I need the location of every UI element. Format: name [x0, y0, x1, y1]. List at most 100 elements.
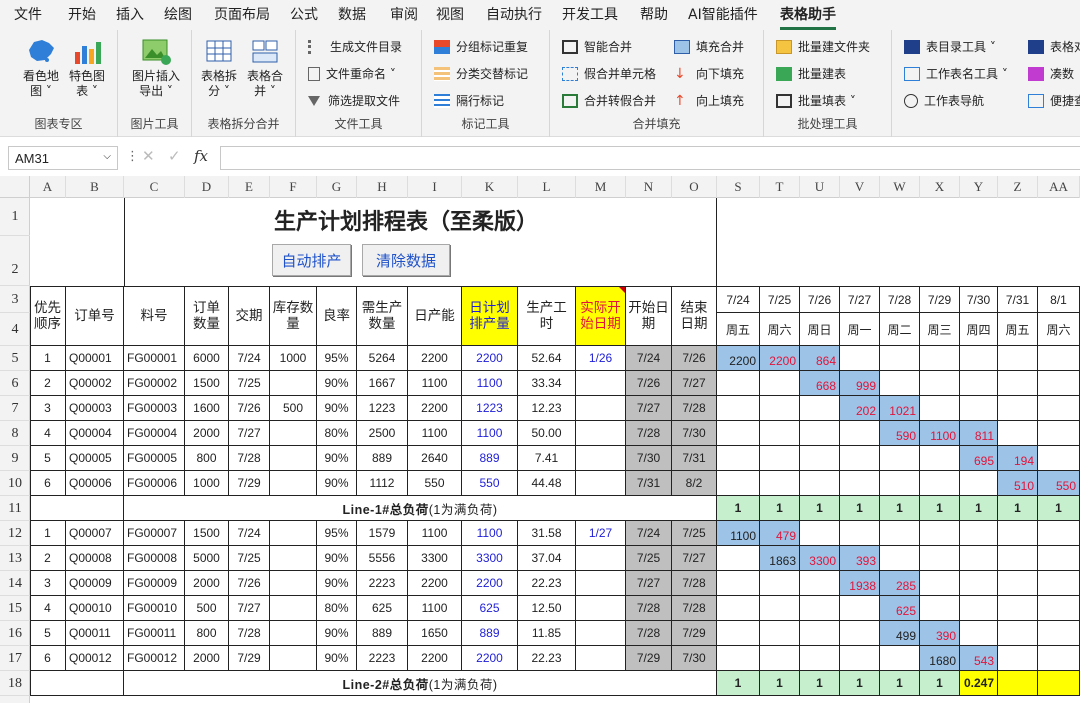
- table-cell[interactable]: [270, 421, 317, 446]
- gantt-cell[interactable]: [840, 446, 880, 471]
- menu-tab-0[interactable]: 文件: [6, 7, 50, 30]
- table-cell[interactable]: FG00004: [124, 421, 185, 446]
- table-cell[interactable]: 7/25: [229, 371, 270, 396]
- fake-merge-button[interactable]: 假合并单元格: [562, 65, 656, 82]
- gantt-cell[interactable]: 590: [880, 421, 920, 446]
- gantt-cell[interactable]: [800, 646, 840, 671]
- table-cell[interactable]: 2: [30, 371, 66, 396]
- table-cell[interactable]: Q00008: [66, 546, 124, 571]
- table-cell[interactable]: 889: [357, 621, 408, 646]
- table-cell[interactable]: 7/27: [672, 371, 717, 396]
- gantt-cell[interactable]: [920, 546, 960, 571]
- table-cell[interactable]: 7/27: [229, 596, 270, 621]
- batch-fill-sheets-button[interactable]: 批量填表 ˅: [776, 92, 856, 109]
- table-cell[interactable]: 7/27: [626, 571, 672, 596]
- table-cell[interactable]: 1100: [462, 421, 518, 446]
- alternate-mark-button[interactable]: 分类交替标记: [434, 65, 528, 82]
- table-cell[interactable]: Q00003: [66, 396, 124, 421]
- table-cell[interactable]: 7/25: [626, 546, 672, 571]
- gantt-cell[interactable]: 1680: [920, 646, 960, 671]
- table-cell[interactable]: 6: [30, 471, 66, 496]
- table-cell[interactable]: [576, 546, 626, 571]
- gantt-cell[interactable]: 285: [880, 571, 920, 596]
- alternate-row-mark-button[interactable]: 隔行标记: [434, 92, 504, 109]
- table-cell[interactable]: 1223: [357, 396, 408, 421]
- table-cell[interactable]: 1600: [185, 396, 229, 421]
- table-cell[interactable]: 7/29: [229, 646, 270, 671]
- table-cell[interactable]: 889: [357, 446, 408, 471]
- table-cell[interactable]: 800: [185, 446, 229, 471]
- gantt-cell[interactable]: [1038, 571, 1080, 596]
- gantt-cell[interactable]: 1021: [880, 396, 920, 421]
- column-header[interactable]: B: [66, 176, 124, 198]
- row-header[interactable]: 7: [0, 396, 30, 421]
- menu-tab-11[interactable]: 帮助: [632, 7, 676, 30]
- table-cell[interactable]: 4: [30, 421, 66, 446]
- gantt-cell[interactable]: [717, 646, 760, 671]
- gantt-cell[interactable]: [880, 471, 920, 496]
- gantt-cell[interactable]: [880, 371, 920, 396]
- gantt-cell[interactable]: [840, 521, 880, 546]
- column-header[interactable]: O: [672, 176, 717, 198]
- gantt-cell[interactable]: [760, 371, 800, 396]
- gantt-cell[interactable]: [920, 396, 960, 421]
- gantt-cell[interactable]: [960, 596, 998, 621]
- table-cell[interactable]: Q00010: [66, 596, 124, 621]
- table-cell[interactable]: FG00005: [124, 446, 185, 471]
- gantt-cell[interactable]: 1100: [717, 521, 760, 546]
- table-cell[interactable]: FG00009: [124, 571, 185, 596]
- table-cell[interactable]: 12.23: [518, 396, 576, 421]
- table-cell[interactable]: 550: [462, 471, 518, 496]
- table-cell[interactable]: 2200: [462, 646, 518, 671]
- table-cell[interactable]: [270, 621, 317, 646]
- menu-tab-2[interactable]: 插入: [108, 7, 152, 30]
- table-cell[interactable]: [576, 371, 626, 396]
- table-cell[interactable]: 80%: [317, 596, 357, 621]
- sheet-directory-tool-button[interactable]: 表目录工具 ˅: [904, 38, 996, 55]
- table-cell[interactable]: 8/2: [672, 471, 717, 496]
- table-cell[interactable]: 2: [30, 546, 66, 571]
- table-cell[interactable]: FG00006: [124, 471, 185, 496]
- gantt-cell[interactable]: [1038, 646, 1080, 671]
- table-cell[interactable]: FG00007: [124, 521, 185, 546]
- smart-merge-button[interactable]: 智能合并: [562, 38, 632, 55]
- column-header[interactable]: X: [920, 176, 960, 198]
- gantt-cell[interactable]: [960, 521, 998, 546]
- menu-tab-3[interactable]: 绘图: [156, 7, 200, 30]
- gantt-cell[interactable]: [960, 621, 998, 646]
- row-header[interactable]: 3: [0, 286, 30, 313]
- sheet-name-tool-button[interactable]: 工作表名工具 ˅: [904, 65, 1008, 82]
- gantt-cell[interactable]: [1038, 421, 1080, 446]
- table-cell[interactable]: 80%: [317, 421, 357, 446]
- table-cell[interactable]: 1100: [408, 371, 462, 396]
- gantt-cell[interactable]: 543: [960, 646, 998, 671]
- table-cell[interactable]: [270, 471, 317, 496]
- table-cell[interactable]: 7/30: [626, 446, 672, 471]
- generate-file-list-button[interactable]: 生成文件目录: [308, 38, 402, 55]
- table-cell[interactable]: [270, 596, 317, 621]
- table-cell[interactable]: 1112: [357, 471, 408, 496]
- table-cell[interactable]: 7.41: [518, 446, 576, 471]
- gantt-cell[interactable]: [717, 446, 760, 471]
- gantt-cell[interactable]: [717, 596, 760, 621]
- table-cell[interactable]: 889: [462, 446, 518, 471]
- gantt-cell[interactable]: 194: [998, 446, 1038, 471]
- gantt-cell[interactable]: 811: [960, 421, 998, 446]
- table-cell[interactable]: 90%: [317, 571, 357, 596]
- gantt-cell[interactable]: 2200: [717, 346, 760, 371]
- table-cell[interactable]: 1100: [462, 521, 518, 546]
- formula-input[interactable]: [220, 146, 1080, 170]
- table-cell[interactable]: 52.64: [518, 346, 576, 371]
- table-cell[interactable]: 7/29: [229, 471, 270, 496]
- gantt-cell[interactable]: [760, 396, 800, 421]
- quick-lookup-button[interactable]: 便捷查: [1028, 92, 1080, 109]
- name-box[interactable]: AM31 ⌵: [8, 146, 118, 170]
- column-header[interactable]: A: [30, 176, 66, 198]
- gantt-cell[interactable]: 864: [800, 346, 840, 371]
- gantt-cell[interactable]: 202: [840, 396, 880, 421]
- table-merge-button[interactable]: 表格合并 ˅: [242, 36, 288, 99]
- gantt-cell[interactable]: [717, 396, 760, 421]
- column-header[interactable]: U: [800, 176, 840, 198]
- gantt-cell[interactable]: 999: [840, 371, 880, 396]
- table-cell[interactable]: 7/28: [672, 396, 717, 421]
